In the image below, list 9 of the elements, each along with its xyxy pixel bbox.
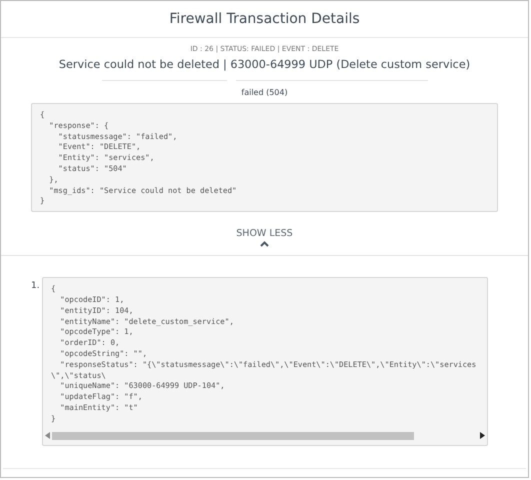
scroll-left-icon[interactable] [45, 432, 50, 440]
list-number: 1. [31, 280, 40, 294]
show-less-toggle[interactable]: SHOW LESS [236, 228, 293, 248]
transaction-headline: Service could not be deleted | 63000-64999 UDP (Delete custom service) [58, 58, 470, 71]
horizontal-scrollbar[interactable] [45, 430, 485, 441]
dialog-title: Firewall Transaction Details [169, 11, 360, 27]
status-result: failed (504) [241, 88, 288, 97]
scroll-right-icon[interactable] [480, 432, 485, 440]
chevron-up-icon [260, 241, 269, 248]
